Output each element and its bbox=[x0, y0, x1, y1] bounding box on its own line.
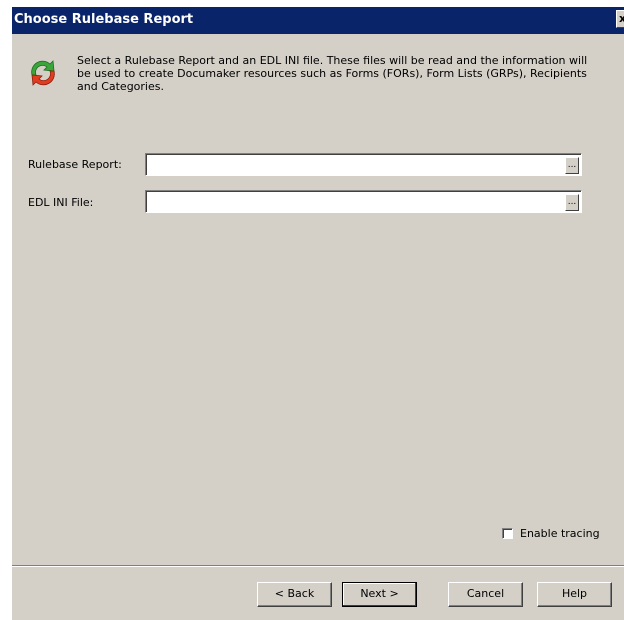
enable-tracing-option[interactable]: Enable tracing bbox=[502, 527, 600, 540]
rulebase-report-browse-button[interactable]: ... bbox=[565, 157, 579, 174]
close-button[interactable]: x bbox=[616, 10, 624, 28]
edl-ini-file-label: EDL INI File: bbox=[28, 196, 94, 209]
choose-rulebase-report-dialog: Choose Rulebase Report x Select a Ruleba… bbox=[11, 7, 624, 620]
back-button[interactable]: < Back bbox=[257, 582, 332, 607]
edl-ini-file-browse-button[interactable]: ... bbox=[565, 194, 579, 211]
cancel-button[interactable]: Cancel bbox=[448, 582, 523, 607]
description-text: Select a Rulebase Report and an EDL INI … bbox=[77, 54, 588, 93]
window-title: Choose Rulebase Report bbox=[14, 12, 194, 27]
rulebase-report-input[interactable] bbox=[145, 153, 582, 176]
enable-tracing-checkbox[interactable] bbox=[502, 528, 513, 539]
title-bar[interactable]: Choose Rulebase Report x bbox=[12, 7, 624, 34]
help-button[interactable]: Help bbox=[537, 582, 612, 607]
enable-tracing-label: Enable tracing bbox=[520, 527, 600, 540]
rulebase-report-label: Rulebase Report: bbox=[28, 158, 122, 171]
edl-ini-file-input[interactable] bbox=[145, 190, 582, 213]
refresh-arrows-icon bbox=[31, 60, 55, 86]
next-button[interactable]: Next > bbox=[342, 582, 417, 607]
footer-divider bbox=[12, 565, 624, 567]
